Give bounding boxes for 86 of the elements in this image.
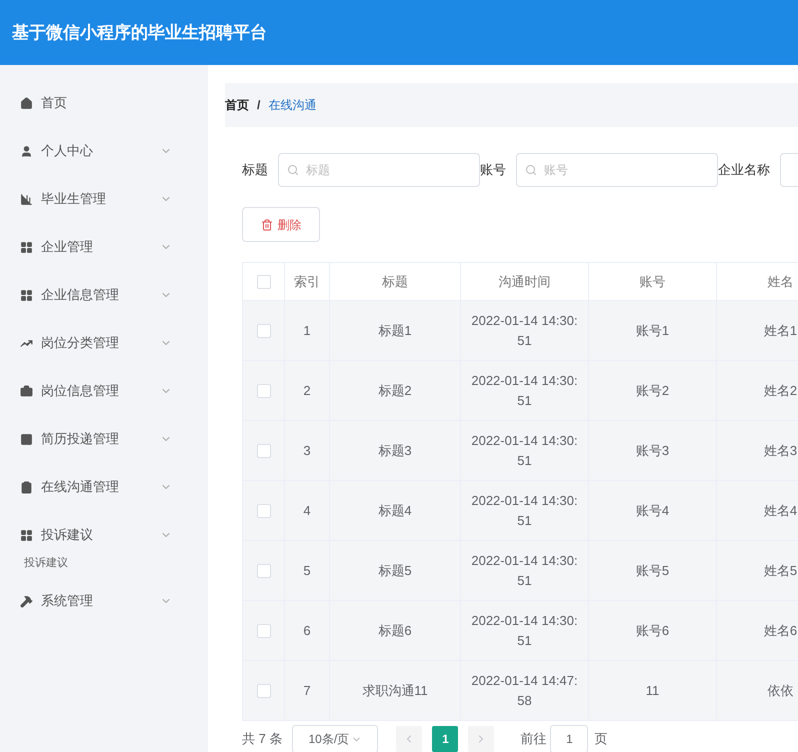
table-cell-text: 2022-01-14 14:30:51 — [471, 552, 578, 590]
table-cell-text: 账号3 — [636, 442, 670, 460]
goto-label: 前往 — [520, 730, 546, 748]
clipboard-icon — [20, 480, 33, 494]
hammer-icon — [20, 594, 33, 608]
table-cell-text: 2022-01-14 14:30:51 — [471, 372, 578, 410]
checkbox[interactable] — [256, 274, 270, 288]
table-cell-text: 依依 — [768, 682, 794, 700]
table-cell-text: 5 — [303, 562, 311, 580]
checkbox[interactable] — [256, 684, 270, 698]
table-cell-text: 账号6 — [636, 622, 670, 640]
grid-icon — [20, 528, 33, 542]
menu-item[interactable]: 在线沟通管理 — [0, 463, 208, 511]
prev-page-button[interactable] — [396, 726, 422, 752]
menu-item[interactable]: 企业管理 — [0, 223, 208, 271]
grid-icon — [20, 288, 33, 302]
table-cell-text: 标题1 — [378, 322, 412, 340]
trash-icon — [260, 218, 272, 230]
search-field[interactable]: 标题 — [278, 153, 480, 187]
filter-label: 账号 — [480, 161, 506, 180]
checkbox[interactable] — [256, 324, 270, 338]
menu-item[interactable]: 个人中心 — [0, 127, 208, 175]
table-cell-text: 账号4 — [636, 502, 670, 520]
table-cell-text: 2022-01-14 14:30:51 — [471, 492, 578, 530]
table-cell-text: 4 — [303, 502, 311, 520]
filter-label: 标题 — [242, 161, 268, 180]
column-header: 标题 — [330, 263, 461, 300]
column-header: 姓名 — [717, 263, 798, 300]
total-count: 共 7 条 — [242, 730, 282, 748]
table-cell-text: 标题6 — [378, 622, 412, 640]
table-cell-text: 姓名4 — [764, 502, 798, 520]
table-cell-text: 账号1 — [636, 322, 670, 340]
menu-item[interactable]: 简历投递管理 — [0, 415, 208, 463]
briefcase-icon — [20, 384, 33, 398]
table-cell-text: 2022-01-14 14:30:51 — [471, 312, 578, 350]
page-size-select[interactable]: 10条/页 — [292, 725, 378, 752]
menu-item[interactable]: 岗位分类管理 — [0, 319, 208, 367]
table-cell-text: 姓名3 — [764, 442, 798, 460]
table-cell-text: 3 — [303, 442, 311, 460]
grid-icon — [20, 240, 33, 254]
column-header: 账号 — [589, 263, 717, 300]
table-cell-text: 标题2 — [378, 382, 412, 400]
goto-suffix: 页 — [594, 730, 608, 748]
checkbox[interactable] — [256, 384, 270, 398]
menu-item[interactable]: 首页 — [0, 79, 208, 127]
checkbox[interactable] — [256, 504, 270, 518]
breadcrumb-separator: / — [257, 97, 260, 114]
submenu-item[interactable]: 投诉建议 — [0, 553, 208, 573]
filter-label: 企业名称 — [718, 161, 770, 180]
table-cell-text: 1 — [303, 322, 311, 340]
table-cell-text: 标题3 — [378, 442, 412, 460]
search-icon — [525, 164, 537, 176]
menu-item[interactable]: 系统管理 — [0, 577, 208, 625]
menu-item[interactable]: 岗位信息管理 — [0, 367, 208, 415]
table-cell-text: 11 — [646, 682, 660, 700]
table-cell-text: 姓名6 — [764, 622, 798, 640]
breadcrumb-link[interactable]: 首页 — [225, 96, 249, 114]
table-cell-text: 2022-01-14 14:30:51 — [471, 432, 578, 470]
table-cell-text: 姓名1 — [764, 322, 798, 340]
table-cell-text: 账号5 — [636, 562, 670, 580]
checkbox[interactable] — [256, 624, 270, 638]
goto-page-field[interactable]: 1 — [550, 725, 588, 752]
checkbox[interactable] — [256, 444, 270, 458]
checkbox[interactable] — [256, 564, 270, 578]
table-cell-text: 7 — [303, 682, 311, 700]
table-cell-text: 标题4 — [378, 502, 412, 520]
next-page-button[interactable] — [468, 726, 494, 752]
column-header: 沟通时间 — [461, 263, 589, 300]
table-cell-text: 姓名5 — [764, 562, 798, 580]
home-icon — [20, 96, 33, 110]
menu-item[interactable]: 毕业生管理 — [0, 175, 208, 223]
app-title: 基于微信小程序的毕业生招聘平台 — [12, 22, 267, 44]
menu-item[interactable]: 企业信息管理 — [0, 271, 208, 319]
table-cell-text: 账号2 — [636, 382, 670, 400]
table-cell-text: 2 — [303, 382, 311, 400]
breadcrumb-link[interactable]: 在线沟通 — [268, 96, 316, 114]
table-cell-text: 标题5 — [378, 562, 412, 580]
search-icon — [287, 164, 299, 176]
column-header: 索引 — [285, 263, 330, 300]
table-cell-text: 6 — [303, 622, 311, 640]
table-cell-text: 姓名2 — [764, 382, 798, 400]
search-field[interactable]: 账号 — [516, 153, 718, 187]
table-cell-text: 2022-01-14 14:47:58 — [471, 672, 578, 710]
table-cell-text: 2022-01-14 14:30:51 — [471, 612, 578, 650]
table-cell-text: 求职沟通11 — [362, 682, 428, 700]
delete-button[interactable]: 删除 — [242, 207, 320, 242]
